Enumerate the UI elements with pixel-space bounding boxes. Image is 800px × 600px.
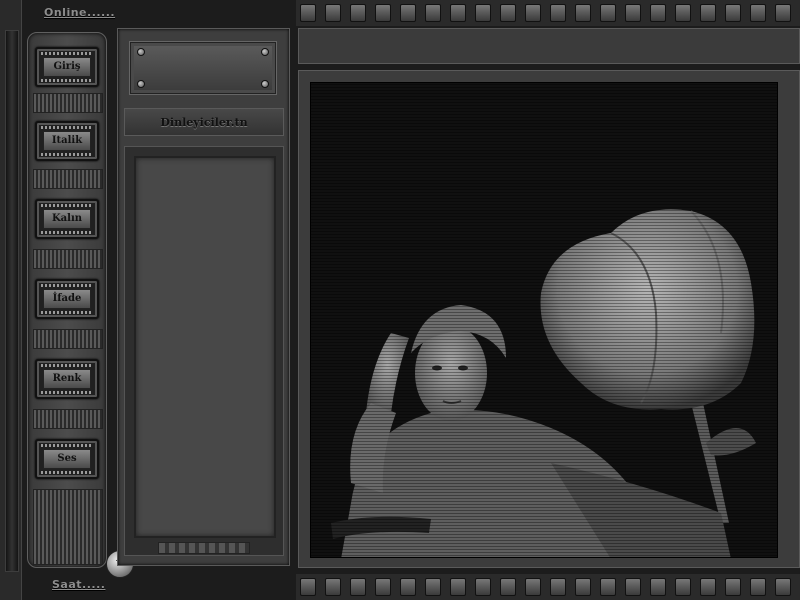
- format-menu-panel: Giriş Italik Kalın İfade Renk Ses: [27, 32, 107, 568]
- woman-arm: [366, 333, 409, 413]
- film-hole: [325, 578, 341, 596]
- film-strip-top: [296, 0, 800, 26]
- film-hole: [675, 4, 691, 22]
- menu-button-ses[interactable]: Ses: [35, 439, 99, 479]
- film-hole: [625, 4, 641, 22]
- menu-button-label: Italik: [43, 131, 91, 151]
- film-hole: [550, 4, 566, 22]
- film-hole: [525, 578, 541, 596]
- film-hole: [350, 578, 366, 596]
- menu-button-label: İfade: [43, 289, 91, 309]
- film-hole: [325, 4, 341, 22]
- film-hole: [575, 578, 591, 596]
- rose-leaf: [706, 428, 756, 456]
- menu-button-label: Renk: [43, 369, 91, 389]
- menu-grill: [33, 93, 103, 113]
- clock-label: Saat.....: [52, 578, 106, 591]
- users-header: Dinleyiciler.tn: [124, 108, 284, 136]
- film-hole: [650, 4, 666, 22]
- screw-icon: [261, 80, 269, 88]
- screw-icon: [137, 48, 145, 56]
- film-hole: [400, 578, 416, 596]
- top-banner: [298, 28, 800, 64]
- film-hole: [525, 4, 541, 22]
- film-hole: [650, 578, 666, 596]
- menu-button-italik[interactable]: Italik: [35, 121, 99, 161]
- menu-button-ifade[interactable]: İfade: [35, 279, 99, 319]
- menu-grill: [33, 169, 103, 189]
- menu-grill: [33, 249, 103, 269]
- menu-grill: [33, 329, 103, 349]
- film-hole: [750, 578, 766, 596]
- menu-button-label: Ses: [43, 449, 91, 469]
- screw-icon: [261, 48, 269, 56]
- film-hole: [725, 4, 741, 22]
- users-list[interactable]: [134, 156, 276, 538]
- screw-icon: [137, 80, 145, 88]
- film-hole: [750, 4, 766, 22]
- film-hole: [375, 4, 391, 22]
- film-hole: [375, 578, 391, 596]
- menu-grill-bottom: [33, 489, 103, 565]
- woman-rose-illustration: [331, 209, 756, 557]
- film-hole: [675, 578, 691, 596]
- menu-button-renk[interactable]: Renk: [35, 359, 99, 399]
- film-hole: [400, 4, 416, 22]
- menu-button-label: Giriş: [43, 57, 91, 77]
- left-rail: [0, 0, 22, 600]
- menu-button-kalin[interactable]: Kalın: [35, 199, 99, 239]
- film-hole: [550, 578, 566, 596]
- film-hole: [775, 4, 791, 22]
- film-hole: [450, 578, 466, 596]
- menu-grill: [33, 409, 103, 429]
- film-hole: [350, 4, 366, 22]
- film-hole: [500, 578, 516, 596]
- metal-plate: [130, 42, 276, 94]
- film-hole: [600, 4, 616, 22]
- film-hole: [300, 4, 316, 22]
- users-list-footer-bar: [158, 542, 250, 554]
- film-strip-bottom: [296, 574, 800, 600]
- menu-button-giris[interactable]: Giriş: [35, 47, 99, 87]
- film-hole: [625, 578, 641, 596]
- online-status-label: Online......: [44, 6, 116, 19]
- film-hole: [500, 4, 516, 22]
- film-hole: [775, 578, 791, 596]
- film-hole: [600, 578, 616, 596]
- users-title: Dinleyiciler.tn: [160, 115, 248, 129]
- main-display-image: [310, 82, 778, 558]
- film-hole: [300, 578, 316, 596]
- film-hole: [700, 578, 716, 596]
- menu-button-label: Kalın: [43, 209, 91, 229]
- film-hole: [700, 4, 716, 22]
- film-hole: [575, 4, 591, 22]
- film-hole: [425, 578, 441, 596]
- film-hole: [425, 4, 441, 22]
- film-hole: [725, 578, 741, 596]
- film-hole: [475, 4, 491, 22]
- woman-eye: [458, 365, 468, 371]
- film-hole: [475, 578, 491, 596]
- film-hole: [450, 4, 466, 22]
- woman-eye: [432, 365, 442, 371]
